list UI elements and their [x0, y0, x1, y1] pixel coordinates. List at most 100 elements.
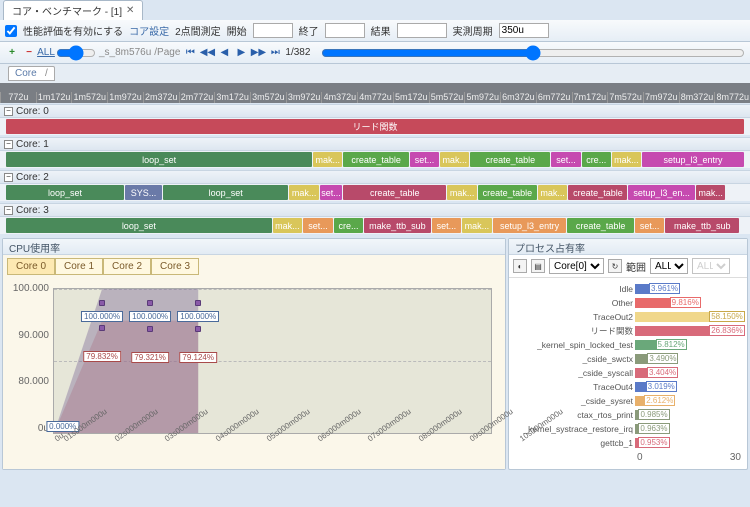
timeline-segment[interactable]: create_table: [470, 152, 550, 167]
timeline-segment[interactable]: set...: [320, 185, 342, 200]
proc-row[interactable]: _cside_swctx 3.490%: [515, 352, 741, 366]
timeline-segment[interactable]: loop_set: [6, 152, 312, 167]
timeline-tab[interactable]: Core /: [8, 66, 55, 81]
proc-name: ctax_rtos_print: [515, 410, 633, 420]
timeline-segment[interactable]: setup_l3_entry: [493, 218, 567, 233]
timeline-segment[interactable]: mak...: [538, 185, 568, 200]
timeline-segment[interactable]: set...: [551, 152, 580, 167]
proc-row[interactable]: _cside_sysret 2.612%: [515, 394, 741, 408]
minus-icon[interactable]: −: [22, 46, 36, 60]
next-icon[interactable]: ▶▶: [251, 46, 265, 60]
timeline-segment[interactable]: mak...: [696, 185, 726, 200]
result-input[interactable]: [397, 23, 447, 38]
proc-value: 26.836%: [709, 325, 745, 336]
core-header[interactable]: −Core: 1: [0, 137, 750, 151]
core-tab-1[interactable]: Core 1: [55, 258, 103, 275]
timeline-segment[interactable]: set...: [432, 218, 462, 233]
timeline-segment[interactable]: set...: [410, 152, 439, 167]
proc-row[interactable]: _kernel_spin_locked_test 5.812%: [515, 338, 741, 352]
timeline-segment[interactable]: loop_set: [163, 185, 288, 200]
cpu-chart[interactable]: 100.00090.00080.0000u 0.000%100.000%100.…: [11, 283, 497, 464]
core-row[interactable]: リード関数: [0, 118, 750, 135]
timeline-segment[interactable]: mak...: [273, 218, 303, 233]
end-input[interactable]: [325, 23, 365, 38]
timeline-segment[interactable]: create_table: [343, 152, 409, 167]
timeline-segment[interactable]: create_table: [568, 185, 627, 200]
timeline-segment[interactable]: SYS...: [125, 185, 162, 200]
page-slider[interactable]: [321, 45, 745, 61]
data-point[interactable]: [99, 300, 105, 306]
close-icon[interactable]: ✕: [126, 5, 134, 16]
core-header[interactable]: −Core: 2: [0, 170, 750, 184]
core-settings-link[interactable]: コア設定: [129, 23, 169, 38]
timeline-segment[interactable]: make_ttb_sub: [665, 218, 739, 233]
main-tab[interactable]: コア・ベンチマーク - [1] ✕: [3, 0, 143, 20]
timeline-segment[interactable]: cre...: [334, 218, 364, 233]
timeline-tick: 5m972u: [464, 92, 500, 103]
timeline-segment[interactable]: create_table: [567, 218, 633, 233]
core-header[interactable]: −Core: 3: [0, 203, 750, 217]
zoom-slider[interactable]: [56, 45, 96, 61]
core-select[interactable]: Core[0]: [549, 258, 604, 274]
proc-row[interactable]: _cside_syscall 3.404%: [515, 366, 741, 380]
core-tab-0[interactable]: Core 0: [7, 258, 55, 275]
timeline-segment[interactable]: mak...: [440, 152, 469, 167]
data-point[interactable]: [195, 326, 201, 332]
collapse-icon[interactable]: −: [4, 173, 13, 182]
timeline-segment[interactable]: mak...: [612, 152, 641, 167]
proc-row[interactable]: Idle 3.961%: [515, 282, 741, 296]
timeline-segment[interactable]: リード関数: [6, 119, 744, 134]
data-point[interactable]: [195, 300, 201, 306]
play-icon[interactable]: ▶: [234, 46, 248, 60]
timeline-segment[interactable]: mak...: [447, 185, 477, 200]
proc-row[interactable]: TraceOut4 3.019%: [515, 380, 741, 394]
data-point[interactable]: [147, 300, 153, 306]
first-icon[interactable]: ⏮: [183, 46, 197, 60]
core-tab-3[interactable]: Core 3: [151, 258, 199, 275]
collapse-icon[interactable]: −: [4, 206, 13, 215]
core-tab-2[interactable]: Core 2: [103, 258, 151, 275]
core-row[interactable]: loop_setmak...create_tableset...mak...cr…: [0, 151, 750, 168]
timeline-segment[interactable]: loop_set: [6, 185, 124, 200]
proc-row[interactable]: リード関数 26.836%: [515, 324, 741, 338]
timeline-tick: 4m372u: [321, 92, 357, 103]
proc-row[interactable]: Other 9.816%: [515, 296, 741, 310]
enable-checkbox[interactable]: [5, 25, 17, 37]
bar-icon[interactable]: ▤: [531, 259, 545, 273]
collapse-icon[interactable]: −: [4, 107, 13, 116]
range-select[interactable]: ALL: [650, 258, 688, 274]
data-point[interactable]: [147, 326, 153, 332]
page-label: /Page: [154, 47, 180, 58]
collapse-icon[interactable]: −: [4, 140, 13, 149]
timeline-segment[interactable]: cre...: [582, 152, 611, 167]
plus-icon[interactable]: +: [5, 46, 19, 60]
proc-row[interactable]: TraceOut2 58.150%: [515, 310, 741, 324]
start-input[interactable]: [253, 23, 293, 38]
timeline-segment[interactable]: make_ttb_sub: [364, 218, 430, 233]
core-row[interactable]: loop_setSYS...loop_setmak...set...create…: [0, 184, 750, 201]
timeline-ruler[interactable]: 772u1m172u1m572u1m972u2m372u2m772u3m172u…: [0, 83, 750, 103]
data-point[interactable]: [99, 325, 105, 331]
timeline-segment[interactable]: mak...: [462, 218, 492, 233]
timeline-segment[interactable]: setup_l3_en...: [628, 185, 694, 200]
timeline-segment[interactable]: set...: [303, 218, 333, 233]
all-button[interactable]: ALL: [39, 46, 53, 60]
timeline-segment[interactable]: mak...: [289, 185, 319, 200]
timeline-segment[interactable]: mak...: [313, 152, 342, 167]
timeline-tick: 5m572u: [429, 92, 465, 103]
prev-icon[interactable]: ◀: [217, 46, 231, 60]
timeline-segment[interactable]: set...: [635, 218, 665, 233]
timeline-segment[interactable]: create_table: [343, 185, 446, 200]
core-row[interactable]: loop_setmak...set...cre...make_ttb_subse…: [0, 217, 750, 234]
timeline-segment[interactable]: loop_set: [6, 218, 272, 233]
timeline-tick: 2m372u: [143, 92, 179, 103]
last-icon[interactable]: ⏭: [268, 46, 282, 60]
refresh-icon[interactable]: ↻: [608, 259, 622, 273]
pie-icon[interactable]: ◐: [513, 259, 527, 273]
timeline-segment[interactable]: setup_l3_entry: [642, 152, 744, 167]
cycle-input[interactable]: [499, 23, 549, 38]
core-header[interactable]: −Core: 0: [0, 104, 750, 118]
prev-fast-icon[interactable]: ◀◀: [200, 46, 214, 60]
timeline-segment[interactable]: create_table: [478, 185, 537, 200]
proc-name: _cside_sysret: [515, 396, 633, 406]
